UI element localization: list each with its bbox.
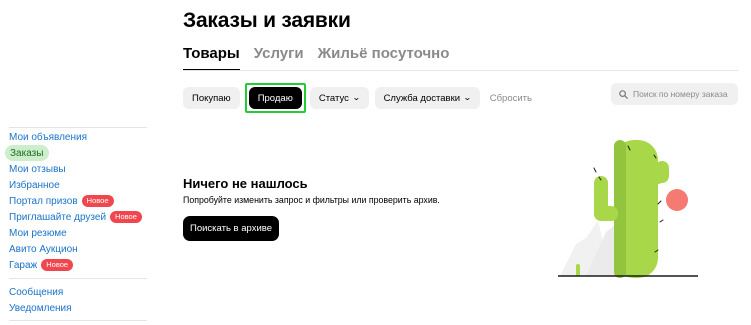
filter-buying-button[interactable]: Покупаю: [183, 87, 240, 109]
cactus-illustration: [558, 140, 698, 278]
sidebar-item-orders[interactable]: Заказы: [5, 145, 49, 161]
sidebar-item-label: Приглашайте друзей: [9, 211, 107, 223]
page-title: Заказы и заявки: [183, 9, 351, 32]
sidebar-item-auction[interactable]: Авито Аукцион: [5, 241, 147, 257]
sun-circle: [666, 189, 688, 211]
chevron-down-icon: ⌄: [463, 93, 472, 102]
tab-services[interactable]: Услуги: [254, 45, 304, 71]
sidebar-item-label: Гараж: [9, 259, 38, 271]
sidebar-item-notifications[interactable]: Уведомления: [5, 300, 147, 316]
tabs: Товары Услуги Жильё посуточно: [183, 45, 449, 71]
selected-highlight: Продаю: [244, 83, 306, 113]
sidebar-item-garage[interactable]: Гараж Новое: [5, 257, 147, 273]
filter-selling-button[interactable]: Продаю: [248, 87, 302, 109]
tab-daily-rent[interactable]: Жильё посуточно: [318, 45, 450, 71]
filter-delivery-label: Служба доставки: [383, 92, 461, 104]
sidebar-item-reviews[interactable]: Мои отзывы: [5, 161, 147, 177]
filter-status-label: Статус: [318, 92, 349, 104]
cactus-arm: [655, 161, 669, 183]
sidebar-item-messages[interactable]: Сообщения: [5, 284, 147, 300]
sidebar: Мои объявления Заказы Мои отзывы Избранн…: [5, 127, 147, 321]
chevron-down-icon: ⌄: [351, 93, 361, 102]
empty-state-title: Ничего не нашлось: [183, 176, 308, 191]
tab-goods[interactable]: Товары: [183, 45, 240, 71]
cactus-arm: [594, 176, 608, 220]
sidebar-item-label: Портал призов: [9, 195, 78, 207]
order-search[interactable]: [611, 83, 738, 105]
reset-filters-link[interactable]: Сбросить: [490, 93, 532, 104]
sidebar-divider: [9, 320, 147, 321]
filters-bar: Покупаю Продаю Статус ⌄ Служба доставки …: [183, 83, 532, 113]
sidebar-item-my-ads[interactable]: Мои объявления: [5, 129, 147, 145]
filter-status-dropdown[interactable]: Статус ⌄: [309, 87, 369, 109]
sidebar-item-favorites[interactable]: Избранное: [5, 177, 147, 193]
filter-delivery-dropdown[interactable]: Служба доставки ⌄: [374, 87, 480, 109]
new-badge: Новое: [41, 259, 74, 271]
search-archive-button[interactable]: Поискать в архиве: [183, 216, 279, 241]
search-icon: [619, 89, 628, 99]
sidebar-item-resumes[interactable]: Мои резюме: [5, 225, 147, 241]
new-badge: Новое: [110, 211, 142, 223]
small-cactus: [576, 264, 580, 276]
tabs-divider: [183, 70, 738, 71]
new-badge: Новое: [81, 195, 114, 207]
sidebar-item-prize-portal[interactable]: Портал призов Новое: [5, 193, 147, 209]
sidebar-item-invite-friends[interactable]: Приглашайте друзей Новое: [5, 209, 147, 225]
empty-state-text: Попробуйте изменить запрос и фильтры или…: [183, 195, 440, 205]
search-input[interactable]: [633, 89, 733, 99]
